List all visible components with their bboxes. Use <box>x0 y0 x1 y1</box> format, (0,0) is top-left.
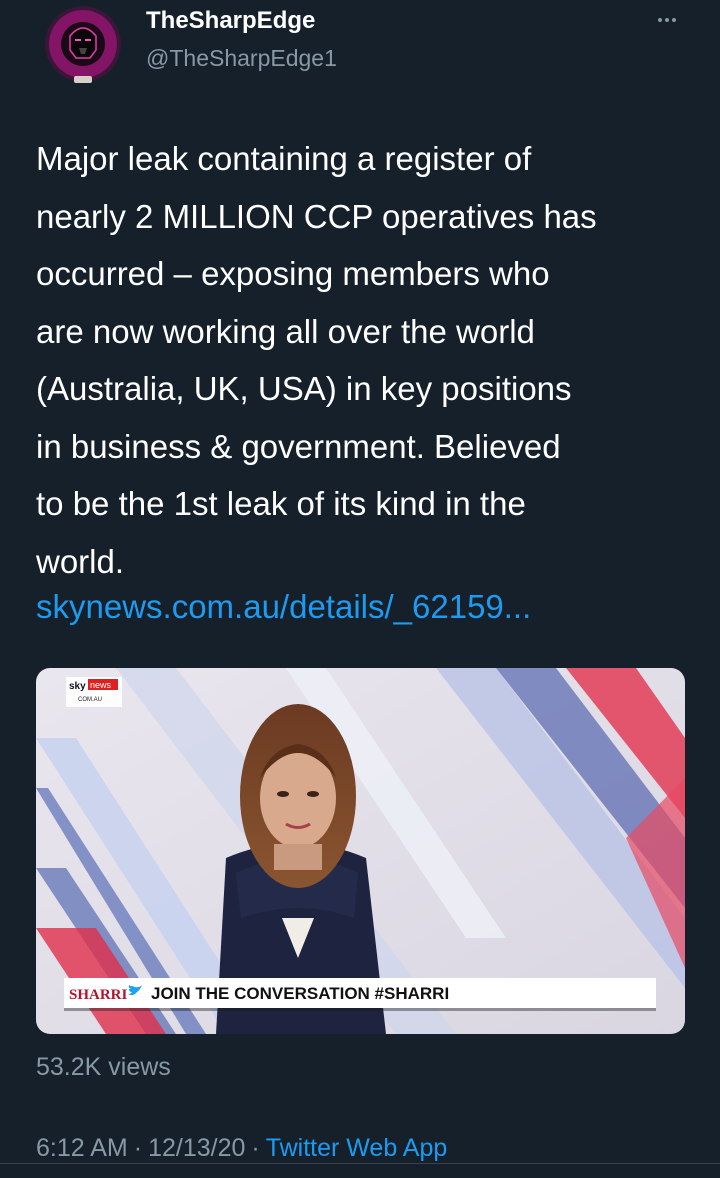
tweet-link[interactable]: skynews.com.au/details/_62159... <box>36 584 531 630</box>
svg-text:news: news <box>90 680 112 690</box>
tweet-text-line: are now working all over the world <box>36 312 535 350</box>
author-avatar[interactable] <box>34 6 132 86</box>
meta-separator: · <box>133 1134 143 1162</box>
news-broadcast-image: sky news COM.AU SHARRI JOIN THE CONVERSA… <box>36 668 685 1034</box>
divider <box>0 1163 720 1164</box>
view-count: 53.2K views <box>36 1053 171 1081</box>
author-name[interactable]: TheSharpEdge <box>146 6 315 36</box>
tweet-text-line: world. <box>36 542 125 580</box>
tweet-date[interactable]: 12/13/20 <box>148 1134 245 1162</box>
tweet-text-line: (Australia, UK, USA) in key positions <box>36 370 572 407</box>
meta-separator: · <box>251 1134 260 1162</box>
tweet-text-line: occurred – exposing members who <box>36 255 550 292</box>
sky-news-logo: sky news COM.AU <box>66 677 122 707</box>
tweet-source-link[interactable]: Twitter Web App <box>266 1134 448 1162</box>
svg-text:SHARRI: SHARRI <box>69 987 128 1003</box>
lower-third-ticker: SHARRI JOIN THE CONVERSATION #SHARRI <box>64 978 656 1011</box>
video-thumbnail[interactable]: sky news COM.AU SHARRI JOIN THE CONVERSA… <box>36 668 685 1034</box>
svg-text:sky: sky <box>69 681 86 692</box>
author-handle[interactable]: @TheSharpEdge1 <box>146 44 337 72</box>
more-horizontal-icon <box>658 18 676 22</box>
tweet-meta: 6:12 AM · 12/13/20 · Twitter Web App <box>36 1130 447 1166</box>
tweet-text-line: to be the 1st leak of its kind in the <box>36 485 526 522</box>
tweet-text-line: nearly 2 MILLION CCP operatives has <box>36 197 597 235</box>
tweet-text-line: Major leak containing a register of <box>36 140 532 177</box>
tweet: TheSharpEdge @TheSharpEdge1 Major leak c… <box>0 0 720 1178</box>
tweet-time[interactable]: 6:12 AM <box>36 1134 128 1162</box>
darth-vader-avatar-icon <box>45 6 121 83</box>
tweet-text: Major leak containing a register of near… <box>36 130 706 590</box>
svg-text:JOIN THE CONVERSATION #SHARRI: JOIN THE CONVERSATION #SHARRI <box>151 984 449 1003</box>
more-options-button[interactable] <box>650 2 690 30</box>
svg-text:COM.AU: COM.AU <box>78 697 102 703</box>
tweet-text-line: in business & government. Believed <box>36 427 561 465</box>
